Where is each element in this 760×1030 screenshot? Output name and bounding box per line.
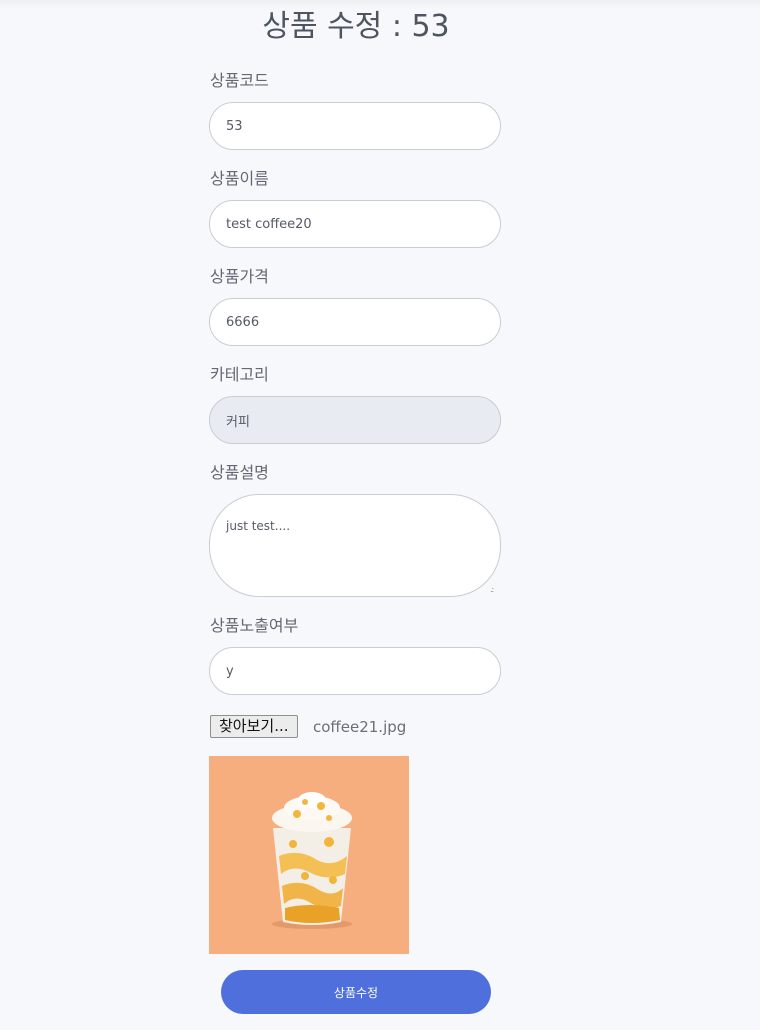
product-price-input[interactable] — [209, 298, 501, 346]
product-name-input[interactable] — [209, 200, 501, 248]
product-description-textarea[interactable]: just test.... — [209, 494, 501, 597]
category-label: 카테고리 — [210, 365, 269, 384]
file-browse-button[interactable]: 찾아보기... — [210, 715, 298, 738]
page-title: 상품 수정 : 53 — [262, 9, 450, 44]
product-visibility-input[interactable] — [209, 647, 501, 695]
product-visibility-label: 상품노출여부 — [210, 616, 299, 635]
product-code-label: 상품코드 — [210, 71, 269, 90]
product-image — [209, 756, 409, 954]
product-name-label: 상품이름 — [210, 169, 269, 188]
product-description-label: 상품설명 — [210, 463, 269, 482]
update-product-button[interactable]: 상품수정 — [221, 970, 491, 1014]
resize-grip-icon[interactable]: .: — [490, 586, 494, 594]
category-input[interactable] — [209, 396, 501, 444]
product-price-label: 상품가격 — [210, 267, 269, 286]
selected-file-name: coffee21.jpg — [313, 718, 407, 736]
product-code-input[interactable] — [209, 102, 501, 150]
